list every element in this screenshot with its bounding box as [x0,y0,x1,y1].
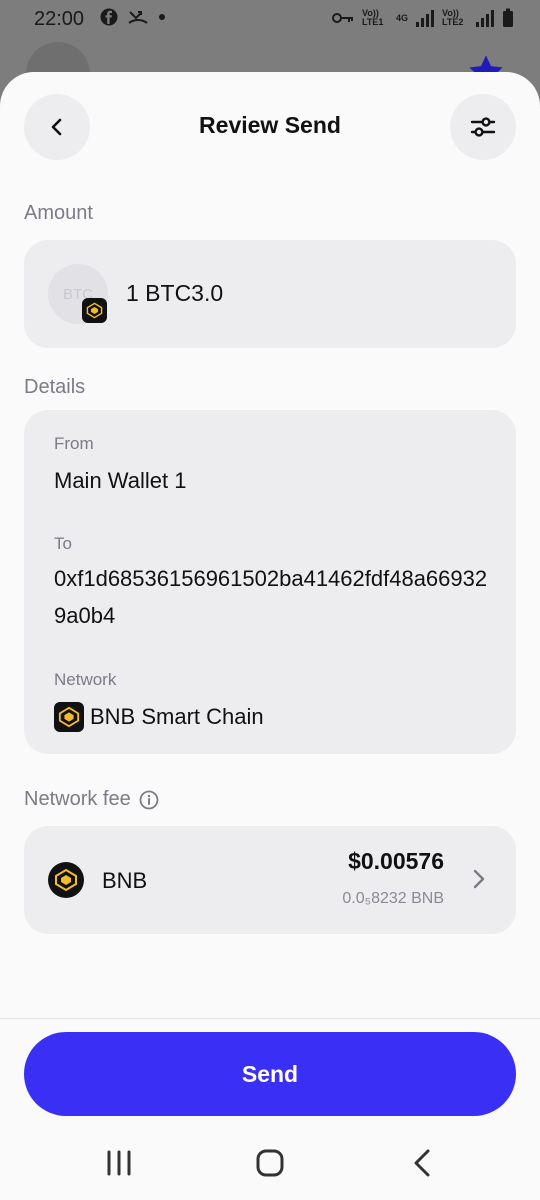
vpn-key-icon [331,13,353,23]
chevron-left-icon [51,118,62,136]
bnb-coin-icon [48,862,84,898]
status-time: 22:00 [34,8,85,30]
page-title: Review Send [199,112,341,138]
network-fee-card[interactable]: BNB $0.00576 0.0₅8232 BNB [24,826,516,934]
fee-coin-name: BNB [102,868,148,893]
network-label: Network [54,670,117,689]
lte2-label: Vo)) LTE2 [442,8,464,27]
system-nav-bar [0,1128,540,1200]
network-fee-label: Network fee [24,788,159,811]
status-bar: 22:00 Vo)) LTE1 4G Vo)) LTE2 [0,0,540,38]
network-fee-label-text: Network fee [24,788,131,810]
from-value: Main Wallet 1 [54,468,187,493]
nav-back-icon[interactable] [408,1148,438,1178]
to-address: 0xf1d68536156961502ba41462fdf48a669329a0… [54,566,488,628]
amount-section-label: Amount [24,202,93,224]
sliders-icon [470,117,496,137]
fee-bnb-amount: 0.0₅8232 BNB [342,890,444,907]
home-icon[interactable] [255,1148,285,1178]
amount-value: 1 BTC3.0 [126,280,224,306]
recent-apps-icon[interactable] [104,1148,134,1178]
bnb-chain-icon [54,702,84,732]
bnb-chain-badge-icon [82,298,107,323]
coin-avatar: BTC [48,264,108,324]
back-button[interactable] [24,94,90,160]
footer-divider [0,1018,540,1019]
info-icon[interactable] [139,790,159,810]
details-section-label: Details [24,376,86,398]
review-send-sheet: Review Send Amount BTC 1 BTC3.0 Details … [0,72,540,1128]
facebook-icon [100,8,118,26]
network-value: BNB Smart Chain [90,704,264,729]
lte1-label: Vo)) LTE1 [361,8,384,27]
notification-dot-icon [159,14,165,20]
battery-icon [503,8,513,27]
amount-card: BTC 1 BTC3.0 [24,240,516,348]
4g-label: 4G [395,13,408,23]
send-button[interactable]: Send [24,1032,516,1116]
settings-button[interactable] [450,94,516,160]
chevron-right-icon [473,869,485,889]
details-card: From Main Wallet 1 To 0xf1d6853615696150… [24,410,516,754]
signal-2-icon [476,9,494,27]
missed-call-icon [128,11,148,24]
signal-1-icon [416,9,434,27]
fee-usd-value: $0.00576 [348,848,444,874]
to-label: To [54,534,72,553]
from-label: From [54,434,94,453]
